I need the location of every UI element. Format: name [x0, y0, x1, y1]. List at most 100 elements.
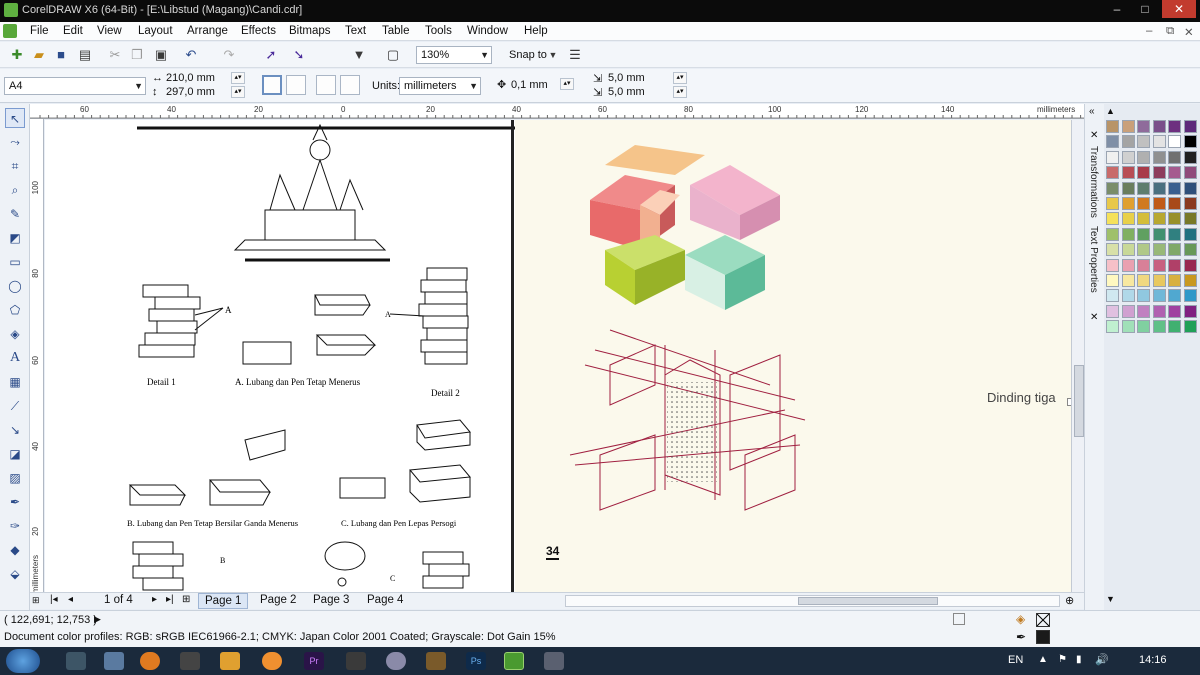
chevron-right-icon[interactable]: ▶: [94, 614, 101, 625]
menu-table[interactable]: Table: [382, 25, 410, 37]
add-page-icon[interactable]: ⊞: [32, 595, 40, 606]
duplicate-y-field[interactable]: 5,0 mm: [608, 86, 645, 98]
connector-tool-icon[interactable]: ↘: [5, 420, 25, 440]
tab-page-4[interactable]: Page 4: [361, 593, 409, 609]
color-swatch[interactable]: [1137, 304, 1150, 318]
dup-x-spinner[interactable]: ▴▾: [673, 72, 687, 84]
tab-page-1[interactable]: Page 1: [198, 593, 249, 609]
eyedropper-tool-icon[interactable]: ✒: [5, 492, 25, 512]
color-swatch[interactable]: [1137, 212, 1150, 226]
volume-icon[interactable]: 🔊: [1095, 653, 1109, 666]
color-swatch[interactable]: [1121, 135, 1135, 149]
color-swatch[interactable]: [1121, 289, 1135, 303]
tray-chevron-icon[interactable]: ▲: [1038, 654, 1048, 665]
color-swatch[interactable]: [1137, 289, 1150, 303]
menu-help[interactable]: Help: [524, 25, 548, 37]
color-swatch[interactable]: [1168, 289, 1181, 303]
photoshop-taskbar-icon[interactable]: Ps: [466, 652, 486, 670]
color-swatch[interactable]: [1152, 120, 1166, 133]
color-swatch[interactable]: [1152, 197, 1166, 210]
dup-y-spinner[interactable]: ▴▾: [673, 86, 687, 98]
document-color-profiles[interactable]: Document color profiles: RGB: sRGB IEC61…: [4, 631, 555, 643]
color-swatch[interactable]: [1183, 227, 1197, 241]
color-swatch[interactable]: [1168, 274, 1181, 287]
menu-arrange[interactable]: Arrange: [187, 25, 228, 37]
menu-bitmaps[interactable]: Bitmaps: [289, 25, 331, 37]
crop-tool-icon[interactable]: ⌗: [5, 156, 25, 176]
menu-layout[interactable]: Layout: [138, 25, 173, 37]
zoom-tool-icon[interactable]: ⌕: [5, 180, 25, 200]
horizontal-scrollbar[interactable]: [565, 595, 1060, 607]
smart-fill-tool-icon[interactable]: ◩: [5, 228, 25, 248]
color-swatch[interactable]: [1121, 181, 1135, 195]
color-swatch[interactable]: [1121, 197, 1135, 210]
color-swatch[interactable]: [1183, 243, 1197, 257]
paste-icon[interactable]: ▣: [152, 46, 170, 64]
vertical-scrollbar[interactable]: [1071, 120, 1085, 592]
units-combo[interactable]: millimeters ▼: [399, 77, 481, 95]
first-page-icon[interactable]: |◂: [50, 594, 58, 605]
color-swatch[interactable]: [1152, 243, 1166, 257]
welcome-screen-icon[interactable]: ▢: [384, 46, 402, 64]
tab-text-properties[interactable]: Text Properties: [1088, 226, 1099, 293]
color-swatch[interactable]: [1137, 258, 1150, 272]
width-spinner[interactable]: ▴▾: [231, 72, 245, 84]
itunes-taskbar-icon[interactable]: [386, 652, 406, 670]
snap-indicator-icon[interactable]: [953, 613, 965, 625]
scanned-page-left[interactable]: Detail 1 A A. Lubang dan Pen Tetap Mener…: [45, 120, 515, 592]
color-swatch[interactable]: [1106, 274, 1119, 287]
copy-icon[interactable]: ❐: [128, 46, 146, 64]
color-swatch[interactable]: [1137, 166, 1150, 180]
polygon-tool-icon[interactable]: ⬠: [5, 300, 25, 320]
browser-taskbar-icon[interactable]: [262, 652, 282, 670]
color-swatch[interactable]: [1152, 166, 1166, 180]
tab-page-3[interactable]: Page 3: [307, 593, 355, 609]
folder-taskbar-icon[interactable]: [180, 652, 200, 670]
coreldraw-taskbar-icon[interactable]: [504, 652, 524, 670]
current-page-button[interactable]: [340, 75, 360, 95]
pick-tool-icon[interactable]: ↖: [5, 108, 25, 128]
document-icon[interactable]: [3, 24, 17, 38]
color-swatch[interactable]: [1121, 150, 1135, 164]
vertical-scroll-thumb[interactable]: [1074, 365, 1084, 437]
color-swatch[interactable]: [1137, 320, 1150, 334]
close-button[interactable]: ✕: [1162, 0, 1196, 18]
color-swatch[interactable]: [1183, 150, 1197, 164]
new-document-icon[interactable]: ✚: [8, 46, 26, 64]
print-icon[interactable]: ▤: [76, 46, 94, 64]
color-swatch[interactable]: [1183, 166, 1197, 180]
minimize-button[interactable]: ‒: [1103, 0, 1131, 18]
color-swatch[interactable]: [1168, 166, 1181, 180]
interactive-blend-tool-icon[interactable]: ◪: [5, 444, 25, 464]
maximize-button[interactable]: □: [1131, 0, 1159, 18]
color-swatch[interactable]: [1152, 181, 1166, 195]
rectangle-tool-icon[interactable]: ▭: [5, 252, 25, 272]
menu-effects[interactable]: Effects: [241, 25, 276, 37]
basic-shapes-tool-icon[interactable]: ◈: [5, 324, 25, 344]
page-size-combo[interactable]: A4 ▼: [4, 77, 146, 95]
horizontal-scroll-thumb[interactable]: [798, 597, 938, 605]
outline-pen-tool-icon[interactable]: ✑: [5, 516, 25, 536]
color-swatch[interactable]: [1106, 227, 1119, 241]
freehand-tool-icon[interactable]: ✎: [5, 204, 25, 224]
page-width-field[interactable]: 210,0 mm: [166, 72, 215, 84]
color-swatch[interactable]: [1183, 212, 1197, 226]
color-swatch[interactable]: [1168, 304, 1181, 318]
menu-edit[interactable]: Edit: [63, 25, 83, 37]
color-swatch[interactable]: [1152, 258, 1166, 272]
zoom-level-combo[interactable]: 130% ▼: [416, 46, 492, 64]
color-swatch[interactable]: [1121, 120, 1135, 133]
color-swatch[interactable]: [1152, 289, 1166, 303]
color-swatch[interactable]: [1168, 227, 1181, 241]
fill-color-indicator[interactable]: [1036, 613, 1050, 627]
color-swatch[interactable]: [1183, 289, 1197, 303]
page-height-field[interactable]: 297,0 mm: [166, 86, 215, 98]
transparency-tool-icon[interactable]: ▨: [5, 468, 25, 488]
color-swatch[interactable]: [1121, 304, 1135, 318]
color-swatch[interactable]: [1152, 304, 1166, 318]
redo-icon[interactable]: ↷: [220, 46, 238, 64]
menu-view[interactable]: View: [97, 25, 122, 37]
color-swatch[interactable]: [1183, 135, 1197, 149]
nudge-spinner[interactable]: ▴▾: [560, 78, 574, 90]
color-swatch[interactable]: [1121, 258, 1135, 272]
